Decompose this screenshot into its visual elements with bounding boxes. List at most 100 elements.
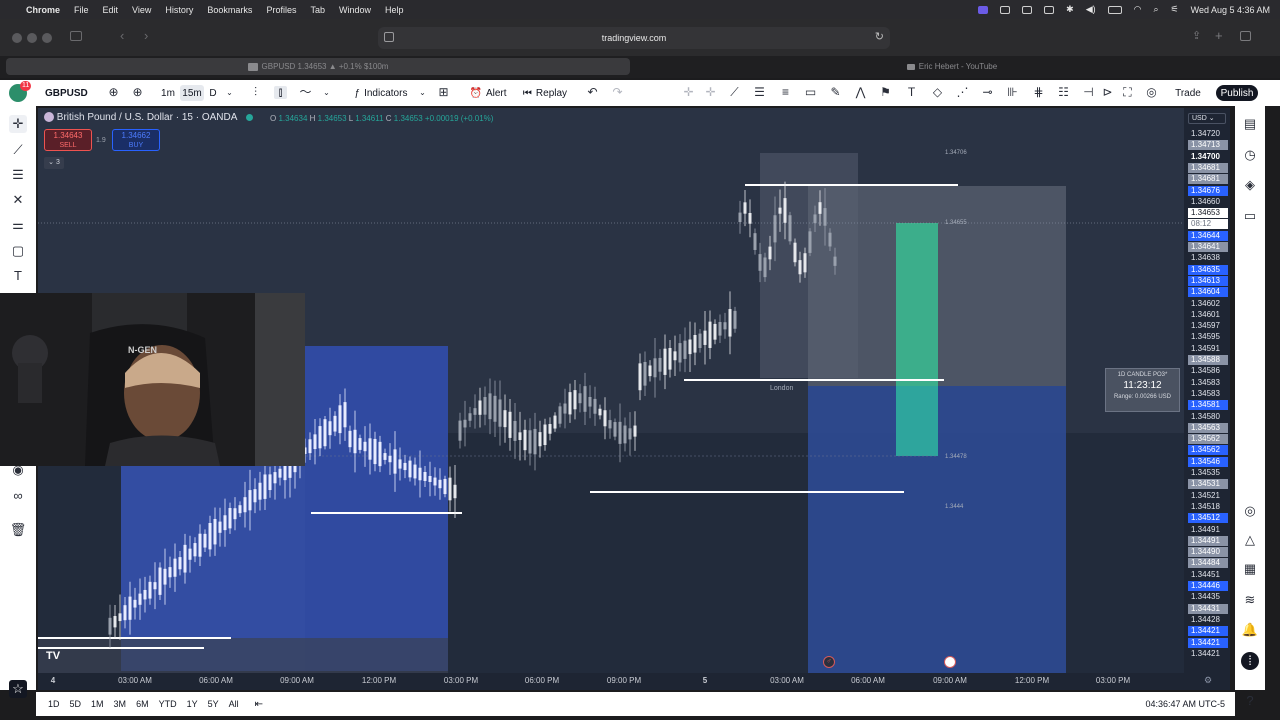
minimize-window-icon[interactable]: [27, 33, 37, 43]
crosshair-icon[interactable]: ✛: [682, 86, 695, 99]
fib-icon[interactable]: ☰: [753, 86, 766, 99]
po3-range-box[interactable]: 1D CANDLE PO3* 11:23:12 Range: 0.00266 U…: [1105, 368, 1180, 412]
menu-help[interactable]: Help: [385, 5, 404, 15]
range-6m[interactable]: 6M: [136, 699, 149, 709]
trash-icon[interactable]: 🗑: [9, 521, 27, 539]
forecast-icon[interactable]: ⋕: [1032, 86, 1045, 99]
target-icon[interactable]: ◎: [1241, 502, 1259, 520]
hline-icon[interactable]: ⊸: [981, 86, 994, 99]
symbol-search[interactable]: GBPUSD: [38, 85, 104, 101]
back-icon[interactable]: ‹: [120, 28, 124, 43]
publish-button[interactable]: Publish: [1216, 85, 1258, 101]
pattern-icon[interactable]: ✕: [9, 191, 27, 209]
range-3m[interactable]: 3M: [114, 699, 127, 709]
fib-extension-icon[interactable]: ☷: [1057, 86, 1070, 99]
wifi-icon[interactable]: ◠: [1134, 4, 1142, 15]
help-icon[interactable]: ?: [1241, 692, 1259, 710]
range-1m[interactable]: 1M: [91, 699, 104, 709]
tab-youtube[interactable]: Eric Hebert - YouTube: [634, 58, 1270, 75]
pattern-icon[interactable]: ⋀: [854, 86, 867, 99]
stream-icon[interactable]: ≋: [1241, 591, 1259, 609]
status-icon[interactable]: [1022, 5, 1033, 14]
search-icon[interactable]: ⌕: [1153, 4, 1158, 15]
us-flag-icon[interactable]: [944, 656, 956, 668]
bar-style-icon[interactable]: ⫶: [249, 86, 262, 99]
sidebar-toggle-icon[interactable]: [70, 31, 82, 41]
alert-button[interactable]: ⏰ Alert: [466, 85, 510, 101]
sell-button[interactable]: 1.34643 SELL: [44, 129, 92, 151]
text-tool-icon[interactable]: T: [9, 267, 27, 285]
layers-icon[interactable]: ◈: [1241, 176, 1259, 194]
indicators-button[interactable]: ƒ Indicators: [346, 85, 416, 101]
text-tool-icon[interactable]: T: [905, 86, 918, 99]
replay-button[interactable]: ⏮ Replay: [520, 85, 570, 101]
watchlist-star-icon[interactable]: ☆: [9, 680, 27, 698]
menubar-clock[interactable]: Wed Aug 5 4:36 AM: [1191, 5, 1270, 15]
share-icon[interactable]: ⇪: [1192, 29, 1201, 42]
price-axis[interactable]: USD ⌄ 1.34720 1.34713 1.34700 1.34681 1.3468…: [1184, 108, 1230, 673]
tab-overview-icon[interactable]: [1240, 31, 1251, 41]
event-icon[interactable]: ♂: [823, 656, 835, 668]
menu-history[interactable]: History: [165, 5, 193, 15]
address-bar[interactable]: tradingview.com ↻: [378, 27, 890, 49]
trade-button[interactable]: Trade: [1170, 85, 1206, 101]
reload-icon[interactable]: ↻: [875, 30, 884, 43]
line-style-icon[interactable]: 〜: [299, 86, 312, 99]
add-symbol-icon[interactable]: ⊕: [131, 86, 144, 99]
control-center-icon[interactable]: ⚟: [1171, 4, 1179, 15]
crosshair-icon[interactable]: ✛: [9, 115, 27, 133]
chart-clock[interactable]: 04:36:47 AM UTC-5: [1145, 699, 1225, 709]
screenshot-icon[interactable]: ◎: [1145, 86, 1158, 99]
range-ytd[interactable]: YTD: [159, 699, 177, 709]
new-tab-icon[interactable]: +: [1215, 28, 1223, 43]
more-tools-icon[interactable]: ⊳: [1101, 86, 1114, 99]
close-window-icon[interactable]: [12, 33, 22, 43]
date-range-icon[interactable]: ⇤: [255, 699, 263, 710]
status-icon[interactable]: [1000, 5, 1011, 14]
menu-view[interactable]: View: [132, 5, 151, 15]
chevron-down-icon[interactable]: ⌄: [416, 86, 429, 99]
channel-icon[interactable]: ≡: [779, 86, 792, 99]
battery-icon[interactable]: [1107, 5, 1122, 14]
interval-d[interactable]: D: [206, 85, 220, 101]
page-settings-icon[interactable]: [384, 32, 394, 42]
interval-1m[interactable]: 1m: [158, 85, 178, 101]
status-icon[interactable]: [1044, 5, 1055, 14]
currency-select[interactable]: USD ⌄: [1188, 113, 1226, 124]
zoom-window-icon[interactable]: [42, 33, 52, 43]
rectangle-icon[interactable]: ▢: [9, 242, 27, 260]
rectangle-icon[interactable]: ▭: [804, 86, 817, 99]
range-all[interactable]: All: [229, 699, 239, 709]
url-text[interactable]: tradingview.com: [602, 33, 667, 43]
chart-legend[interactable]: British Pound / U.S. Dollar · 15 · OANDA: [44, 112, 253, 123]
buy-button[interactable]: 1.34662 BUY: [112, 129, 160, 151]
measure-icon[interactable]: ⊣: [1082, 86, 1095, 99]
menu-window[interactable]: Window: [339, 5, 371, 15]
path-icon[interactable]: ⋰: [956, 86, 969, 99]
volume-icon[interactable]: ◀): [1086, 4, 1096, 15]
undo-icon[interactable]: ↶: [586, 86, 599, 99]
ideas-icon[interactable]: △: [1241, 531, 1259, 549]
layouts-icon[interactable]: ⊞: [437, 86, 450, 99]
watchlist-icon[interactable]: ▤: [1241, 115, 1259, 133]
range-1d[interactable]: 1D: [48, 699, 60, 709]
range-1y[interactable]: 1Y: [187, 699, 198, 709]
trendline-icon[interactable]: ⟋: [9, 141, 27, 159]
bluetooth-icon[interactable]: ✱: [1066, 4, 1074, 15]
tab-tradingview[interactable]: GBPUSD 1.34653 ▲ +0.1% $100m: [6, 58, 630, 75]
interval-15m[interactable]: 15m: [180, 85, 204, 101]
forward-icon[interactable]: ›: [144, 28, 148, 43]
menu-bookmarks[interactable]: Bookmarks: [207, 5, 252, 15]
bell-icon[interactable]: 🔔: [1241, 621, 1259, 639]
crosshair-icon[interactable]: ✛: [704, 86, 717, 99]
flag-icon[interactable]: ⚑: [879, 86, 892, 99]
range-5d[interactable]: 5D: [70, 699, 82, 709]
fullscreen-icon[interactable]: ⛶: [1121, 86, 1134, 99]
menu-file[interactable]: File: [74, 5, 89, 15]
calendar-icon[interactable]: ▦: [1241, 560, 1259, 578]
chevron-down-icon[interactable]: ⌄: [223, 86, 236, 99]
apps-grid-icon[interactable]: ⁞: [1241, 652, 1259, 670]
chevron-down-icon[interactable]: ⌄: [320, 86, 333, 99]
link-icon[interactable]: ∞: [9, 487, 27, 505]
menu-profiles[interactable]: Profiles: [266, 5, 296, 15]
